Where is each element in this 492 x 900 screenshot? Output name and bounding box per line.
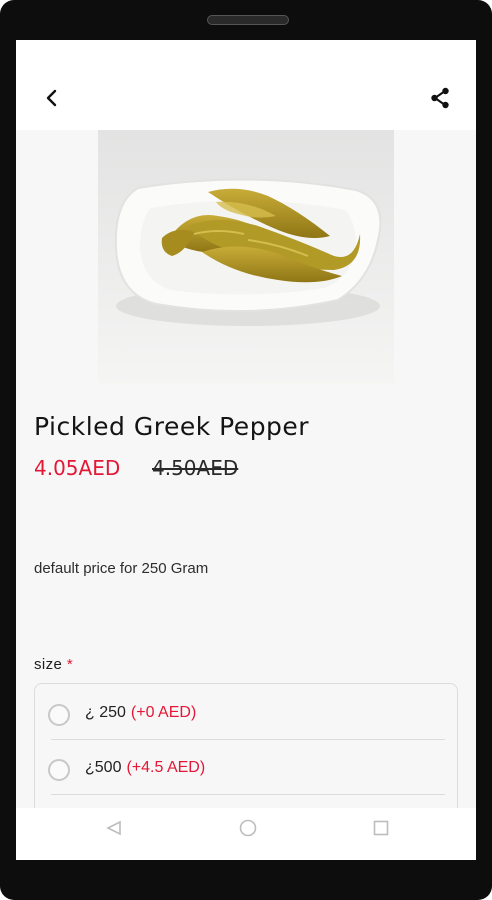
option-text: ¿ 250 (+0 AED)	[85, 704, 196, 722]
option-group-label: size *	[34, 656, 73, 673]
system-navigation-bar	[16, 808, 476, 860]
option-text: ¿500 (+4.5 AED)	[85, 759, 205, 777]
recent-apps-icon	[373, 820, 389, 836]
size-option-250[interactable]: ¿ 250 (+0 AED)	[35, 684, 457, 739]
device-frame: Pickled Greek Pepper 4.05AED 4.50AED def…	[0, 0, 492, 900]
radio-button[interactable]	[48, 704, 70, 726]
home-circle-icon	[239, 819, 257, 837]
product-title: Pickled Greek Pepper	[34, 412, 310, 441]
option-price: (+0 AED)	[130, 704, 197, 721]
nav-home-button[interactable]	[238, 818, 258, 843]
chevron-left-icon	[46, 89, 57, 107]
option-name: ¿500	[85, 759, 122, 776]
radio-button[interactable]	[48, 759, 70, 781]
option-price: (+4.5 AED)	[126, 759, 206, 776]
size-options: ¿ 250 (+0 AED) ¿500 (+4.5 AED)	[34, 683, 458, 808]
app-screen: Pickled Greek Pepper 4.05AED 4.50AED def…	[16, 40, 476, 860]
nav-back-button[interactable]	[104, 818, 124, 843]
option-name: ¿ 250	[85, 704, 126, 721]
product-image	[98, 130, 394, 384]
original-price: 4.50AED	[152, 456, 239, 480]
back-button[interactable]	[40, 86, 64, 110]
size-option-500[interactable]: ¿500 (+4.5 AED)	[35, 739, 457, 794]
product-details: Pickled Greek Pepper 4.05AED 4.50AED def…	[16, 130, 476, 808]
app-bar	[16, 40, 476, 130]
price-description: default price for 250 Gram	[34, 560, 209, 577]
required-asterisk: *	[66, 656, 74, 673]
option-group-title: size	[34, 656, 63, 673]
share-icon	[431, 87, 449, 109]
back-triangle-icon	[106, 820, 121, 836]
nav-recent-button[interactable]	[371, 818, 391, 843]
share-button[interactable]	[428, 86, 452, 110]
option-divider	[51, 794, 445, 795]
discounted-price: 4.05AED	[34, 456, 121, 480]
device-speaker	[207, 15, 289, 25]
